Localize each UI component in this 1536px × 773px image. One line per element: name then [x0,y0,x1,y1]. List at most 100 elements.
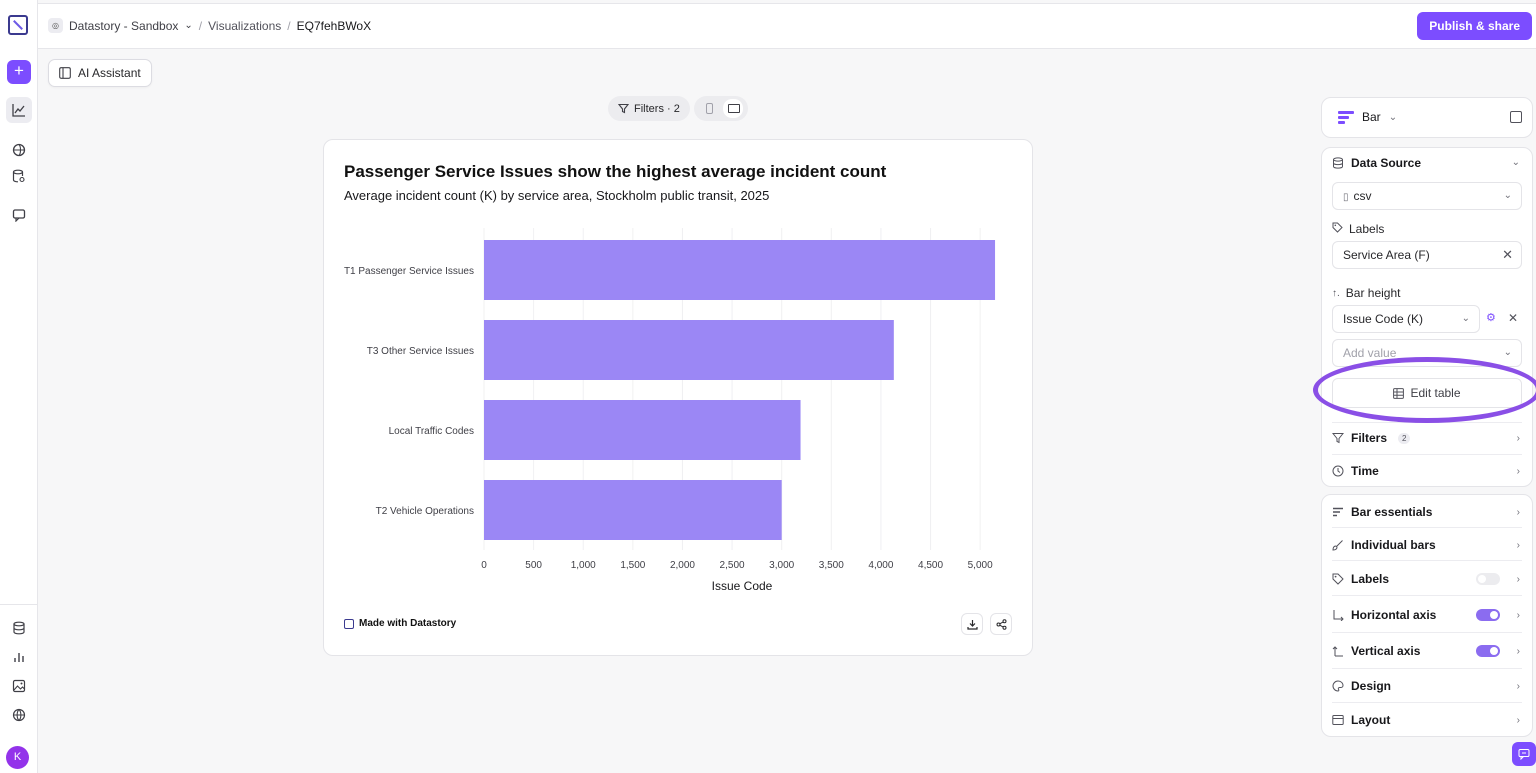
divider [1332,560,1522,561]
chevron-right-icon[interactable]: › [1517,681,1520,692]
chevron-right-icon[interactable]: › [1517,715,1520,726]
filters-title: Filters [1351,431,1388,445]
tag-icon [1332,573,1344,585]
bar-chart: T1 Passenger Service Issues T3 Other Serv… [344,228,996,593]
chevron-down-icon[interactable]: ⌄ [184,20,192,31]
ai-assistant-label: AI Assistant [78,66,141,80]
x-tick-label: 3,500 [819,560,844,571]
horizontal-axis-title: Horizontal axis [1351,608,1437,622]
source-select[interactable]: ▯ csv ⌄ [1332,182,1522,210]
remove-label-icon[interactable]: ✕ [1502,242,1513,268]
horizontal-axis-row[interactable]: Horizontal axis [1332,608,1436,622]
brush-icon [1332,539,1344,551]
vertical-axis-small-icon: ↑. [1332,287,1340,299]
comments-icon[interactable] [9,205,29,225]
chevron-right-icon[interactable]: › [1517,540,1520,551]
filters-row[interactable]: Filters 2 [1332,431,1411,445]
chart-type-label: Bar [1362,110,1381,124]
filter-icon [1332,432,1344,444]
settings-gear-icon[interactable]: ⚙ [1486,311,1496,324]
chart-type-panel: Bar ⌄ [1321,97,1533,138]
labels-title: Labels [1349,222,1385,236]
tag-icon [1332,222,1343,236]
bar [484,400,801,460]
database-search-icon[interactable] [9,166,29,186]
download-icon [966,619,978,630]
create-new-button[interactable]: + [7,60,31,84]
bar-chart-type-icon [1338,111,1354,124]
time-row[interactable]: Time [1332,464,1379,478]
remove-value-icon[interactable]: ✕ [1508,311,1518,325]
vertical-axis-toggle[interactable] [1476,645,1500,657]
breadcrumb-visualizations[interactable]: Visualizations [208,19,281,33]
divider [1332,595,1522,596]
data-source-header[interactable]: Data Source [1332,156,1421,170]
mobile-preview-icon[interactable] [706,103,713,114]
divider [1332,527,1522,528]
bar-essentials-row[interactable]: Bar essentials [1332,505,1432,519]
labels-toggle[interactable] [1476,573,1500,585]
chevron-down-icon: ⌄ [1503,347,1512,358]
filters-pill-button[interactable]: Filters · 2 [608,96,690,121]
workspace-name[interactable]: Datastory - Sandbox [69,19,178,33]
chevron-down-icon: ⌄ [1461,313,1470,324]
layout-row[interactable]: Layout [1332,713,1390,727]
x-tick-label: 500 [525,560,542,571]
x-tick-label: 2,000 [670,560,695,571]
style-panel: Bar essentials › Individual bars › Label… [1321,494,1533,737]
x-tick-label: 0 [481,560,487,571]
filters-count-badge: 2 [1398,432,1411,444]
image-icon[interactable] [9,676,29,696]
collapse-panel-icon[interactable] [1510,111,1522,123]
design-row[interactable]: Design [1332,679,1391,693]
top-bar: ◎ Datastory - Sandbox ⌄ / Visualizations… [38,3,1536,49]
labels-section-title: Labels [1332,222,1384,236]
download-button[interactable] [961,613,983,635]
visualizations-nav-icon[interactable] [6,97,32,123]
chevron-down-icon: ⌄ [1388,111,1398,123]
design-title: Design [1351,679,1392,693]
chart-type-select[interactable]: Bar ⌄ [1338,110,1397,124]
palette-icon [1332,680,1344,692]
chevron-right-icon[interactable]: › [1517,507,1520,518]
vertical-axis-title: Vertical axis [1351,644,1421,658]
user-avatar[interactable]: K [6,746,29,769]
chevron-right-icon[interactable]: › [1517,646,1520,657]
labels-value: Service Area (F) [1343,248,1430,262]
globe-analytics-icon[interactable] [9,140,29,160]
ai-assistant-button[interactable]: AI Assistant [48,59,152,87]
bar-height-select[interactable]: Issue Code (K) ⌄ [1332,305,1480,333]
bar-chart-icon[interactable] [9,647,29,667]
horizontal-axis-icon [1332,609,1344,621]
labels-style-row[interactable]: Labels [1332,572,1389,586]
datastory-logo-icon[interactable] [8,15,28,35]
source-value: csv [1353,189,1372,203]
labels-field[interactable]: Service Area (F) ✕ [1332,241,1522,269]
chevron-right-icon[interactable]: › [1517,610,1520,621]
chevron-right-icon[interactable]: › [1517,433,1520,444]
chevron-down-icon[interactable]: ⌄ [1512,157,1520,168]
chevron-right-icon[interactable]: › [1517,574,1520,585]
category-label: T3 Other Service Issues [367,346,474,357]
bar [484,240,996,300]
workspace-icon: ◎ [48,18,63,33]
database-icon[interactable] [9,618,29,638]
desktop-preview-icon[interactable] [723,99,743,118]
share-button[interactable] [990,613,1012,635]
made-with-datastory[interactable]: Made with Datastory [344,618,456,629]
chevron-right-icon[interactable]: › [1517,466,1520,477]
x-tick-label: 2,500 [720,560,745,571]
layout-icon [1332,714,1344,726]
horizontal-axis-toggle[interactable] [1476,609,1500,621]
database-icon [1332,157,1344,169]
x-tick-label: 1,000 [571,560,596,571]
clock-icon [1332,465,1344,477]
share-icon [996,618,1006,630]
x-tick-label: 1,500 [620,560,645,571]
bar-essentials-title: Bar essentials [1351,505,1433,519]
publish-share-button[interactable]: Publish & share [1417,12,1532,40]
individual-bars-row[interactable]: Individual bars [1332,538,1436,552]
vertical-axis-row[interactable]: Vertical axis [1332,644,1420,658]
chat-support-button[interactable] [1512,742,1536,766]
globe-icon[interactable] [9,705,29,725]
